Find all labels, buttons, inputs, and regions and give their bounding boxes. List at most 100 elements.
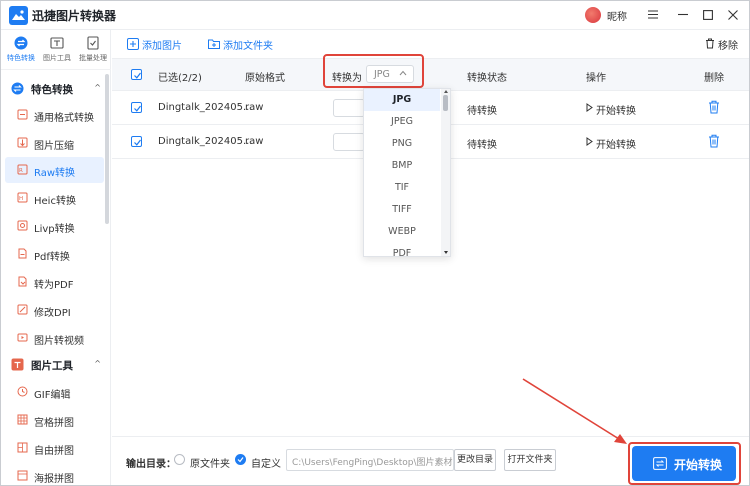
maximize-icon[interactable] xyxy=(698,5,718,25)
format-option-bmp[interactable]: BMP xyxy=(364,155,440,177)
sidebar-item-label: 图片转视频 xyxy=(34,336,84,347)
radio-original-folder[interactable] xyxy=(174,454,185,465)
row-file-name: Dingtalk_202405... xyxy=(158,102,253,113)
format-convert-icon xyxy=(17,109,28,120)
sidebar-item-grid-collage[interactable]: 宫格拼图 xyxy=(5,407,104,433)
app-title: 迅捷图片转换器 xyxy=(32,9,117,23)
play-icon xyxy=(586,103,593,112)
sidebar-item-to-video[interactable]: 图片转视频 xyxy=(5,325,104,351)
menu-icon[interactable] xyxy=(643,5,663,25)
format-option-tif[interactable]: TIF xyxy=(364,177,440,199)
radio-custom[interactable] xyxy=(235,454,246,465)
sidebar-item-general-format[interactable]: 通用格式转换 xyxy=(5,102,104,128)
batch-process-icon xyxy=(87,36,99,50)
sidebar-item-label: Pdf转换 xyxy=(34,252,70,263)
add-image-icon xyxy=(127,38,139,50)
close-icon[interactable] xyxy=(723,5,743,25)
video-icon xyxy=(17,333,28,342)
sidebar-item-poster-collage[interactable]: 海报拼图 xyxy=(5,463,104,485)
image-tools-icon xyxy=(50,37,64,49)
add-folder-button[interactable]: 添加文件夹 xyxy=(208,37,298,52)
format-option-jpeg[interactable]: JPEG xyxy=(364,111,440,133)
svg-text:H: H xyxy=(19,196,23,202)
sidebar-item-dpi[interactable]: 修改DPI xyxy=(5,297,104,323)
row-checkbox[interactable] xyxy=(131,136,142,147)
scroll-down-icon[interactable] xyxy=(444,251,448,254)
sidebar-tabs: 特色转换 图片工具 批量处理 xyxy=(1,30,111,70)
row-format: raw xyxy=(245,102,264,113)
sidebar: 特色转换 图片工具 批量处理 特色转换 ^ 通用格式转换 图片压缩 R Raw转… xyxy=(1,30,111,485)
dropdown-scroll-thumb[interactable] xyxy=(443,95,448,111)
sidebar-item-pdf[interactable]: Pdf转换 xyxy=(5,241,104,267)
row-status: 待转换 xyxy=(467,106,497,117)
user-avatar[interactable] xyxy=(585,7,601,23)
trash-icon[interactable] xyxy=(708,134,720,148)
sidebar-item-to-pdf[interactable]: 转为PDF xyxy=(5,269,104,295)
row-file-name: Dingtalk_202405... xyxy=(158,136,253,147)
sidebar-item-gif[interactable]: GIF编辑 xyxy=(5,379,104,405)
play-icon xyxy=(586,137,593,146)
row-checkbox[interactable] xyxy=(131,102,142,113)
output-path-value: C:\Users\FengPing\Desktop\图片素材 xyxy=(292,458,453,468)
footer-bar: 输出目录： 原文件夹 自定义 C:\Users\FengPing\Desktop… xyxy=(112,436,749,485)
sidebar-item-heic[interactable]: H Heic转换 xyxy=(5,185,104,211)
sidebar-item-label: Raw转换 xyxy=(34,168,76,179)
sidebar-item-label: 宫格拼图 xyxy=(34,418,74,429)
add-folder-label: 添加文件夹 xyxy=(223,41,273,52)
format-option-webp[interactable]: WEBP xyxy=(364,221,440,243)
add-image-button[interactable]: 添加图片 xyxy=(127,37,197,52)
radio-original-label: 原文件夹 xyxy=(190,459,230,470)
sidebar-item-free-collage[interactable]: 自由拼图 xyxy=(5,435,104,461)
row-format: raw xyxy=(245,136,264,147)
dropdown-scrollbar[interactable] xyxy=(441,89,450,256)
sidebar-scrollbar[interactable] xyxy=(105,74,109,224)
remove-button[interactable]: 移除 xyxy=(705,37,739,52)
heic-icon: H xyxy=(17,192,28,203)
format-dropdown[interactable]: JPG JPEG PNG BMP TIF TIFF WEBP PDF xyxy=(363,88,451,257)
header-selected: 已选(2/2) xyxy=(158,73,202,84)
trash-icon[interactable] xyxy=(708,100,720,114)
start-convert-highlight xyxy=(628,442,741,485)
chevron-up-icon: ^ xyxy=(94,359,101,368)
output-path-input[interactable]: C:\Users\FengPing\Desktop\图片素材 xyxy=(286,449,454,471)
sidebar-item-compress[interactable]: 图片压缩 xyxy=(5,130,104,156)
tab-image-tools[interactable]: 图片工具 xyxy=(39,36,75,66)
tab-feature-convert[interactable]: 特色转换 xyxy=(3,36,39,66)
minimize-icon[interactable] xyxy=(673,5,693,25)
dpi-icon xyxy=(17,304,28,315)
sidebar-item-label: Livp转换 xyxy=(34,224,75,235)
convert-to-highlight xyxy=(323,54,424,88)
row-start-label: 开始转换 xyxy=(596,106,636,117)
app-window: 迅捷图片转换器 昵称 特色转换 图片工具 批量处理 特色转换 ^ 通用格式转换 … xyxy=(0,0,750,486)
svg-text:R: R xyxy=(19,168,23,174)
sidebar-item-livp[interactable]: Livp转换 xyxy=(5,213,104,239)
open-folder-button[interactable]: 打开文件夹 xyxy=(504,449,556,471)
row-convert-select[interactable] xyxy=(333,99,365,117)
change-dir-button[interactable]: 更改目录 xyxy=(454,449,496,471)
feature-convert-icon xyxy=(11,82,24,95)
row-convert-select[interactable] xyxy=(333,133,365,151)
livp-icon xyxy=(17,220,28,231)
title-bar: 迅捷图片转换器 昵称 xyxy=(1,1,749,30)
format-option-pdf[interactable]: PDF xyxy=(364,243,440,256)
tab-feature-convert-label: 特色转换 xyxy=(7,54,35,62)
format-option-tiff[interactable]: TIFF xyxy=(364,199,440,221)
tab-batch-process[interactable]: 批量处理 xyxy=(75,36,111,66)
feature-convert-icon xyxy=(14,36,28,50)
sidebar-item-raw[interactable]: R Raw转换 xyxy=(5,157,104,183)
scroll-up-icon[interactable] xyxy=(444,90,448,93)
sidebar-group-feature-convert[interactable]: 特色转换 ^ xyxy=(9,78,105,100)
format-option-png[interactable]: PNG xyxy=(364,133,440,155)
sidebar-group-label: 特色转换 xyxy=(31,84,73,96)
table-header: 已选(2/2) 原始格式 转换为 JPG 转换状态 操作 删除 xyxy=(112,58,749,91)
sidebar-group-image-tools[interactable]: 图片工具 ^ xyxy=(9,354,105,376)
compress-icon xyxy=(17,137,28,148)
sidebar-item-label: 通用格式转换 xyxy=(34,113,94,124)
raw-icon: R xyxy=(17,164,28,175)
format-option-jpg[interactable]: JPG xyxy=(364,89,440,111)
header-status: 转换状态 xyxy=(467,73,507,84)
sidebar-item-label: 图片压缩 xyxy=(34,141,74,152)
poster-icon xyxy=(17,470,28,481)
select-all-checkbox[interactable] xyxy=(131,69,142,80)
user-name[interactable]: 昵称 xyxy=(607,8,627,23)
